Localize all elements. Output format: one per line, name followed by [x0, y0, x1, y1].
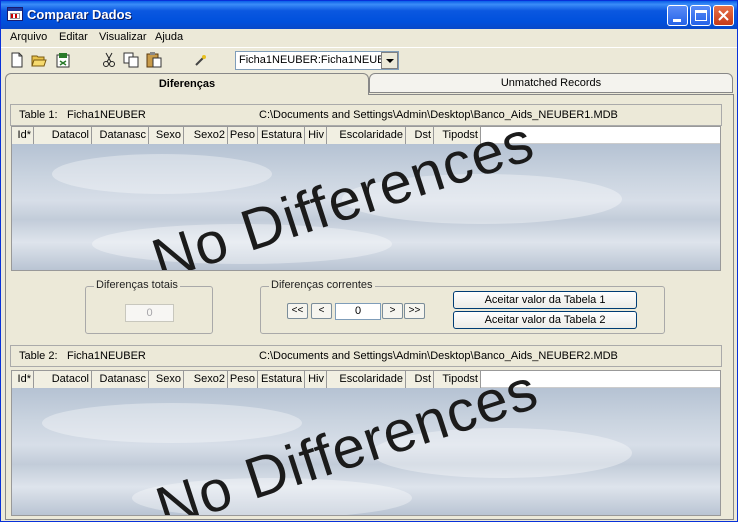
chevron-down-icon[interactable] — [381, 52, 398, 69]
col-header-datanasc[interactable]: Datanasc — [92, 371, 149, 388]
window-title: Comparar Dados — [27, 7, 132, 22]
cut-icon[interactable] — [101, 52, 117, 68]
col-header-id[interactable]: Id* — [12, 127, 34, 144]
col-header-id[interactable]: Id* — [12, 371, 34, 388]
col-header-hiv[interactable]: Hiv — [305, 127, 327, 144]
open-folder-icon[interactable] — [31, 52, 47, 68]
table1-label: Table 1: — [19, 109, 58, 121]
main-window: Comparar Dados Arquivo Editar Visualizar… — [0, 0, 738, 522]
col-header-sexo[interactable]: Sexo — [149, 371, 184, 388]
table2-background: No Differences — [12, 371, 720, 515]
table-select[interactable]: Ficha1NEUBER:Ficha1NEUB — [235, 51, 399, 70]
table2-label: Table 2: — [19, 350, 58, 362]
toolbar: Ficha1NEUBER:Ficha1NEUB — [1, 47, 737, 71]
col-header-peso[interactable]: Peso — [228, 127, 258, 144]
wand-icon[interactable] — [193, 52, 209, 68]
totais-value: 0 — [125, 304, 174, 322]
col-header-peso[interactable]: Peso — [228, 371, 258, 388]
table1-background: No Differences — [12, 127, 720, 270]
accept-table2-button[interactable]: Aceitar valor da Tabela 2 — [453, 311, 637, 329]
close-button[interactable] — [713, 5, 734, 26]
minimize-icon — [673, 19, 681, 22]
col-header-estatura[interactable]: Estatura — [258, 371, 305, 388]
table2-header: Table 2: Ficha1NEUBER C:\Documents and S… — [10, 345, 722, 367]
current-difference-input[interactable]: 0 — [335, 303, 381, 320]
table1-name: Ficha1NEUBER — [67, 109, 146, 121]
table2-name: Ficha1NEUBER — [67, 350, 146, 362]
maximize-button[interactable] — [690, 5, 711, 26]
table1-grid[interactable]: Id* Datacol Datanasc Sexo Sexo2 Peso Est… — [11, 126, 721, 271]
tab-unmatched-records[interactable]: Unmatched Records — [369, 73, 733, 93]
col-header-hiv[interactable]: Hiv — [305, 371, 327, 388]
excel-export-icon[interactable] — [55, 52, 71, 68]
first-button[interactable]: << — [287, 303, 308, 319]
col-header-sexo[interactable]: Sexo — [149, 127, 184, 144]
tab-diferencas[interactable]: Diferenças — [5, 73, 369, 95]
table1-header: Table 1: Ficha1NEUBER C:\Documents and S… — [10, 104, 722, 126]
correntes-label: Diferenças correntes — [269, 279, 375, 291]
col-header-escolaridade[interactable]: Escolaridade — [327, 127, 406, 144]
table2-grid[interactable]: Id* Datacol Datanasc Sexo Sexo2 Peso Est… — [11, 370, 721, 516]
next-button[interactable]: > — [382, 303, 403, 319]
col-header-escolaridade[interactable]: Escolaridade — [327, 371, 406, 388]
table-select-value: Ficha1NEUBER:Ficha1NEUB — [239, 54, 381, 66]
table1-column-headers: Id* Datacol Datanasc Sexo Sexo2 Peso Est… — [12, 127, 720, 144]
last-button[interactable]: >> — [404, 303, 425, 319]
col-header-estatura[interactable]: Estatura — [258, 127, 305, 144]
copy-icon[interactable] — [123, 52, 139, 68]
accept-table1-button[interactable]: Aceitar valor da Tabela 1 — [453, 291, 637, 309]
menu-ajuda[interactable]: Ajuda — [155, 31, 183, 43]
maximize-icon — [695, 10, 707, 21]
new-file-icon[interactable] — [9, 52, 25, 68]
minimize-button[interactable] — [667, 5, 688, 26]
col-header-sexo2[interactable]: Sexo2 — [184, 371, 228, 388]
paste-icon[interactable] — [146, 52, 162, 68]
close-icon — [718, 10, 729, 21]
totais-label: Diferenças totais — [94, 279, 180, 291]
table1-path: C:\Documents and Settings\Admin\Desktop\… — [259, 109, 618, 121]
col-header-datacol[interactable]: Datacol — [34, 127, 92, 144]
title-bar[interactable]: Comparar Dados — [1, 1, 737, 29]
prev-button[interactable]: < — [311, 303, 332, 319]
table2-column-headers: Id* Datacol Datanasc Sexo Sexo2 Peso Est… — [12, 371, 720, 388]
col-header-datanasc[interactable]: Datanasc — [92, 127, 149, 144]
menu-bar: Arquivo Editar Visualizar Ajuda — [1, 29, 737, 47]
menu-arquivo[interactable]: Arquivo — [10, 31, 47, 43]
col-header-datacol[interactable]: Datacol — [34, 371, 92, 388]
menu-editar[interactable]: Editar — [59, 31, 88, 43]
app-table-icon — [7, 7, 23, 21]
col-header-sexo2[interactable]: Sexo2 — [184, 127, 228, 144]
table2-path: C:\Documents and Settings\Admin\Desktop\… — [259, 350, 618, 362]
menu-visualizar[interactable]: Visualizar — [99, 31, 147, 43]
